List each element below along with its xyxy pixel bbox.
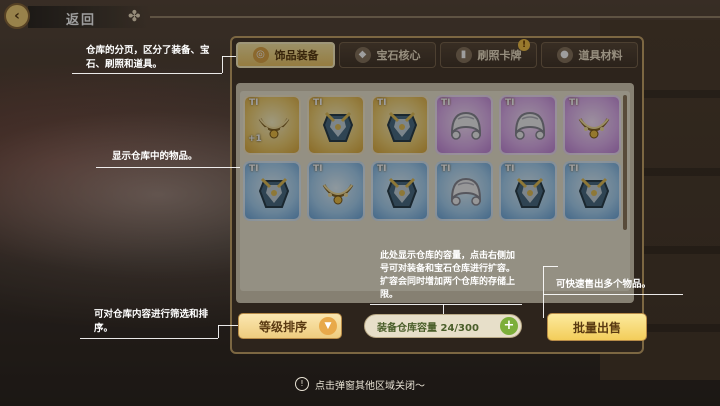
tabs-note-line — [72, 73, 222, 74]
sell-note: 可快速售出多个物品。 — [556, 279, 652, 290]
bulk-sell-button[interactable]: 批量出售 — [547, 313, 647, 341]
tabs-note-line — [222, 56, 223, 73]
capacity-note-line — [443, 304, 444, 314]
sell-note-line — [543, 266, 558, 267]
info-icon: ! — [295, 377, 309, 391]
capacity-note: 此处显示仓库的容量，点击右侧加号可对装备和宝石仓库进行扩容。扩容会同时增加两个仓… — [380, 251, 516, 300]
close-hint-text: 点击弹窗其他区域关闭～ — [315, 380, 425, 392]
items-note: 显示仓库中的物品。 — [112, 151, 198, 162]
sort-button[interactable]: 等级排序 ▼ — [238, 313, 342, 339]
sort-note-line — [80, 338, 218, 339]
sell-note-line — [543, 266, 544, 318]
capacity-indicator: 装备仓库容量 24/300 + — [364, 314, 522, 338]
tabs-note-line — [222, 56, 236, 57]
sort-label: 等级排序 — [259, 319, 308, 334]
sell-note-line — [543, 294, 683, 295]
chevron-down-icon[interactable]: ▼ — [319, 317, 337, 335]
sort-note: 可对仓库内容进行筛选和排序。 — [94, 309, 209, 334]
sort-note-line — [218, 325, 238, 326]
close-hint: ! 点击弹窗其他区域关闭～ — [230, 376, 490, 392]
tabs-note: 仓库的分页，区分了装备、宝石、刷照和道具。 — [86, 45, 210, 70]
capacity-text: 装备仓库容量 24/300 — [377, 323, 479, 334]
capacity-note-line — [370, 304, 522, 305]
sell-label: 批量出售 — [572, 320, 621, 335]
sort-note-line — [218, 325, 219, 338]
items-note-line — [96, 167, 240, 168]
add-icon[interactable]: + — [500, 317, 518, 335]
